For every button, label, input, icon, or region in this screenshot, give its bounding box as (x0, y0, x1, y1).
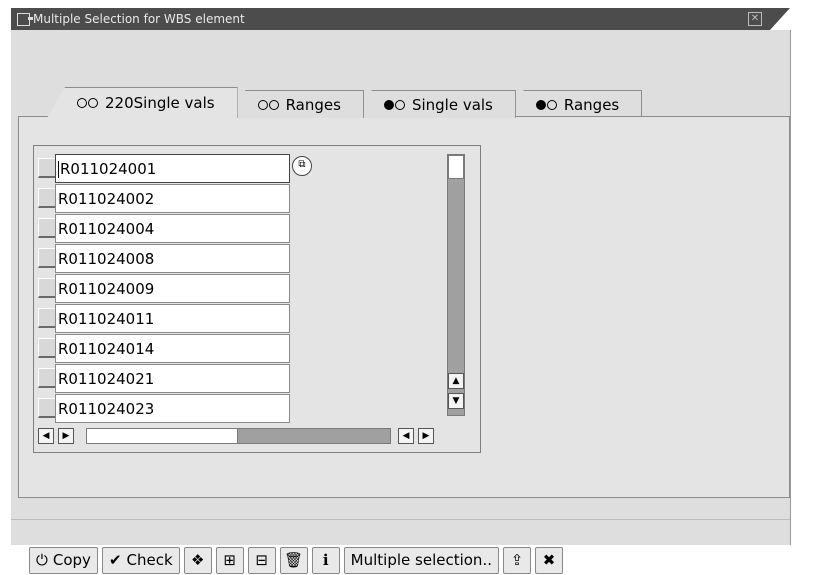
value-cell[interactable]: R011024021 (55, 364, 290, 393)
table-row: R011024014 (34, 334, 294, 364)
value-cell[interactable]: R011024023 (55, 394, 290, 423)
tab-exclude-single-values[interactable]: Single vals (353, 90, 516, 118)
copy-button[interactable]: ⏻ Copy (29, 546, 98, 574)
title-bar: Multiple Selection for WBS element ✕ (11, 8, 790, 30)
table-row: R011024009 (34, 274, 294, 304)
window-icon (17, 13, 30, 26)
exclude-icon (535, 99, 558, 110)
divider (11, 519, 790, 520)
close-icon[interactable]: ✕ (748, 12, 762, 26)
scroll-thumb[interactable] (448, 155, 464, 179)
tab-label: Ranges (563, 95, 620, 114)
value-cell[interactable]: R011024008 (55, 244, 290, 273)
options-button[interactable]: ❖ (183, 546, 212, 574)
tab-label: 220Single vals (105, 94, 215, 112)
horizontal-scrollbar[interactable]: ◀ ▶ ◀ ▶ (38, 427, 443, 445)
tab-include-ranges[interactable]: Ranges (227, 90, 364, 118)
value-cell[interactable]: R011024001 (55, 154, 290, 183)
tab-include-single-values[interactable]: 220Single vals (47, 87, 238, 118)
trash-button[interactable]: 🗑 (279, 546, 308, 574)
value-cell[interactable]: R011024002 (55, 184, 290, 213)
table-row: R011024004 (34, 214, 294, 244)
scroll-thumb[interactable] (87, 429, 238, 443)
tab-exclude-ranges[interactable]: Ranges (505, 90, 643, 118)
exclude-icon (383, 99, 406, 110)
window-title: Multiple Selection for WBS element (33, 12, 245, 26)
tab-strip: 220Single vals Ranges Single vals Ranges (47, 87, 643, 118)
include-icon (77, 98, 99, 108)
search-help-icon[interactable]: ⧉ (292, 156, 312, 176)
scroll-right-icon[interactable]: ▶ (58, 428, 74, 444)
cancel-button[interactable]: ✖ (534, 546, 563, 574)
value-cell[interactable]: R011024011 (55, 304, 290, 333)
value-cell[interactable]: R011024004 (55, 214, 290, 243)
check-button[interactable]: ✔ Check (101, 546, 180, 574)
scroll-left-icon[interactable]: ◀ (38, 428, 54, 444)
tab-label: Ranges (285, 95, 341, 114)
value-cell[interactable]: R011024009 (55, 274, 290, 303)
delete-row-button[interactable]: ⊟ (247, 546, 276, 574)
scroll-up-icon[interactable]: ▲ (448, 373, 464, 389)
insert-row-button[interactable]: ⊞ (215, 546, 244, 574)
vertical-scrollbar[interactable]: ▲ ▼ (447, 154, 465, 416)
include-icon (257, 99, 280, 110)
table-row: R011024002 (34, 184, 294, 214)
scroll-down-icon[interactable]: ▼ (448, 393, 464, 409)
bottom-toolbar: ⏻ Copy ✔ Check ❖ ⊞ ⊟ 🗑 ℹ Multiple select… (29, 545, 563, 575)
dialog-window: Multiple Selection for WBS element ✕ 220… (11, 8, 811, 574)
table-row: R011024023 (34, 394, 294, 424)
value-cell[interactable]: R011024014 (55, 334, 290, 363)
values-table: R011024001 ⧉ R011024002 R011024004 R0110… (33, 145, 481, 453)
multiple-selection-button[interactable]: Multiple selection.. (343, 546, 499, 574)
upload-button[interactable]: ⇪ (502, 546, 531, 574)
table-row: R011024011 (34, 304, 294, 334)
scroll-left-icon[interactable]: ◀ (398, 428, 414, 444)
info-button[interactable]: ℹ (311, 546, 340, 574)
table-row: R011024021 (34, 364, 294, 394)
table-row: R011024008 (34, 244, 294, 274)
scroll-track[interactable] (86, 428, 391, 444)
scroll-right-icon[interactable]: ▶ (418, 428, 434, 444)
tab-label: Single vals (411, 95, 493, 114)
table-row: R011024001 (34, 154, 294, 184)
